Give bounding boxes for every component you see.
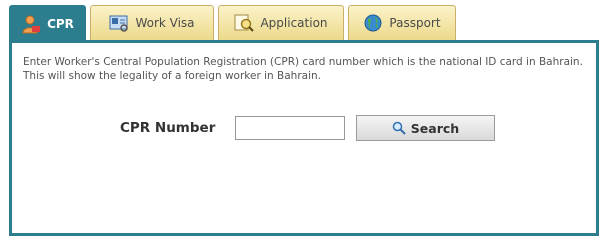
cpr-number-input[interactable] — [235, 116, 345, 140]
tab-passport[interactable]: Passport — [348, 5, 456, 40]
cpr-search-panel: Enter Worker's Central Population Regist… — [9, 40, 599, 236]
person-icon — [21, 14, 41, 34]
tab-bar: CPR Work Visa Application Passport — [9, 5, 456, 41]
tab-label: Passport — [389, 16, 441, 30]
tab-label: Work Visa — [135, 16, 195, 30]
tab-label: CPR — [47, 16, 74, 31]
magnifier-icon — [392, 121, 406, 135]
search-button-label: Search — [410, 120, 460, 136]
application-search-icon — [234, 13, 255, 33]
globe-icon — [363, 13, 383, 33]
instructions-text: Enter Worker's Central Population Regist… — [23, 56, 583, 82]
work-visa-icon — [109, 13, 129, 33]
search-button[interactable]: Search — [356, 115, 495, 141]
tab-application[interactable]: Application — [218, 5, 344, 40]
tab-work-visa[interactable]: Work Visa — [90, 5, 214, 40]
tab-label: Application — [260, 16, 328, 30]
tab-cpr[interactable]: CPR — [9, 5, 86, 41]
cpr-number-label: CPR Number — [120, 120, 216, 136]
